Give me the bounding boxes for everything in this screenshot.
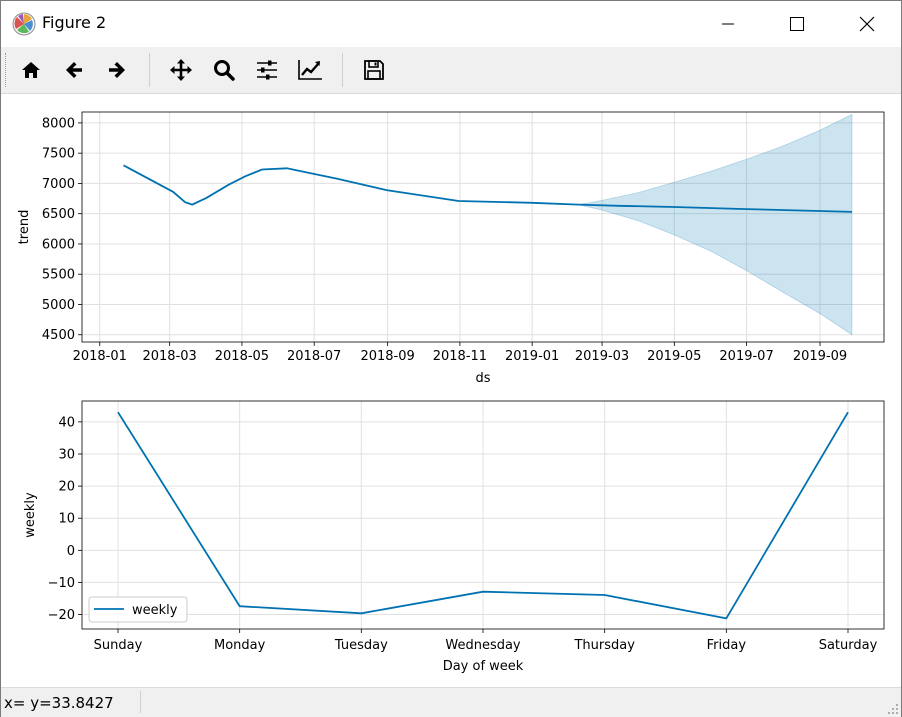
trend-xlabel: ds — [475, 371, 490, 386]
trend-x-tick-label: 2019-09 — [793, 349, 847, 364]
edit-axis-button[interactable] — [295, 55, 325, 85]
magnifier-icon — [214, 60, 235, 81]
toolbar-grip[interactable] — [5, 53, 9, 87]
maximize-icon — [790, 17, 804, 31]
move-icon — [170, 59, 192, 81]
weekly-y-tick-label: 20 — [58, 480, 75, 495]
line-chart-icon — [298, 60, 322, 80]
status-bar: x= y=33.8427 — [1, 687, 901, 717]
trend-y-tick-label: 6000 — [42, 237, 75, 252]
weekly-y-tick-label: 10 — [58, 512, 75, 527]
trend-y-tick-label: 5000 — [42, 298, 75, 313]
trend-x-tick-label: 2019-01 — [505, 349, 559, 364]
arrow-left-icon — [66, 62, 82, 78]
weekly-x-tick-label: Thursday — [573, 638, 635, 653]
title-bar[interactable]: Figure 2 — [1, 1, 901, 47]
weekly-x-tick-label: Wednesday — [445, 638, 521, 653]
sliders-icon — [257, 60, 277, 80]
weekly-x-tick-label: Monday — [214, 638, 266, 653]
toolbar-separator — [149, 53, 150, 87]
home-icon — [22, 62, 40, 78]
home-button[interactable] — [16, 55, 46, 85]
window-title: Figure 2 — [42, 13, 107, 32]
zoom-button[interactable] — [209, 55, 239, 85]
minimize-button[interactable] — [705, 1, 751, 47]
minimize-icon — [722, 23, 734, 25]
weekly-y-tick-label: 30 — [58, 447, 75, 462]
save-button[interactable] — [359, 55, 389, 85]
weekly-x-tick-label: Sunday — [94, 638, 143, 653]
weekly-y-tick-label: 0 — [67, 544, 75, 559]
close-button[interactable] — [844, 1, 890, 47]
configure-subplots-button[interactable] — [252, 55, 282, 85]
pan-button[interactable] — [166, 55, 196, 85]
toolbar-separator — [342, 53, 343, 87]
forward-button[interactable] — [102, 55, 132, 85]
arrow-right-icon — [109, 62, 125, 78]
navigation-toolbar — [1, 47, 901, 94]
trend-subplot: 2018-01 2018-03 2018-05 2018-07 2018-09 2018-… — [17, 111, 885, 386]
matplotlib-logo-icon — [12, 12, 36, 36]
trend-y-tick-label: 7000 — [42, 177, 75, 192]
trend-x-tick-label: 2018-07 — [287, 349, 341, 364]
trend-x-tick-label: 2018-11 — [433, 349, 487, 364]
trend-x-tick-label: 2019-07 — [719, 349, 773, 364]
weekly-y-tick-label: −20 — [48, 608, 75, 623]
floppy-disk-icon — [364, 60, 384, 80]
weekly-xlabel: Day of week — [443, 659, 524, 674]
weekly-y-tick-label: 40 — [58, 415, 75, 430]
resize-grip-icon[interactable] — [887, 703, 899, 715]
close-icon — [859, 16, 875, 32]
trend-y-tick-label: 6500 — [42, 207, 75, 222]
trend-y-tick-label: 8000 — [42, 116, 75, 131]
trend-ylabel: trend — [17, 210, 32, 245]
trend-x-tick-label: 2018-09 — [360, 349, 414, 364]
trend-x-tick-label: 2018-05 — [215, 349, 269, 364]
figure-canvas[interactable]: 2018-01 2018-03 2018-05 2018-07 2018-09 2018-… — [1, 94, 901, 686]
maximize-button[interactable] — [774, 1, 820, 47]
trend-y-tick-label: 4500 — [42, 328, 75, 343]
weekly-subplot: Sunday Monday Tuesday Wednesday Thursday Frid… — [23, 400, 885, 674]
weekly-ylabel: weekly — [23, 492, 38, 538]
weekly-x-tick-label: Saturday — [819, 638, 878, 653]
weekly-y-tick-label: −10 — [48, 576, 75, 591]
trend-x-tick-label: 2018-03 — [142, 349, 196, 364]
legend-label: weekly — [132, 603, 178, 618]
trend-x-tick-label: 2019-03 — [575, 349, 629, 364]
weekly-x-tick-label: Tuesday — [334, 638, 388, 653]
cursor-coordinates: x= y=33.8427 — [4, 694, 114, 712]
back-button[interactable] — [59, 55, 89, 85]
trend-x-tick-label: 2018-01 — [73, 349, 127, 364]
weekly-x-tick-label: Friday — [707, 638, 747, 653]
figure-svg[interactable]: 2018-01 2018-03 2018-05 2018-07 2018-09 2018-… — [1, 94, 901, 686]
weekly-legend: weekly — [88, 596, 188, 623]
figure-window: Figure 2 2018-01 2018-03 2018-05 2018-07… — [0, 0, 902, 717]
trend-y-tick-label: 7500 — [42, 147, 75, 162]
trend-x-tick-label: 2019-05 — [647, 349, 701, 364]
status-divider — [140, 691, 141, 713]
trend-y-tick-label: 5500 — [42, 268, 75, 283]
